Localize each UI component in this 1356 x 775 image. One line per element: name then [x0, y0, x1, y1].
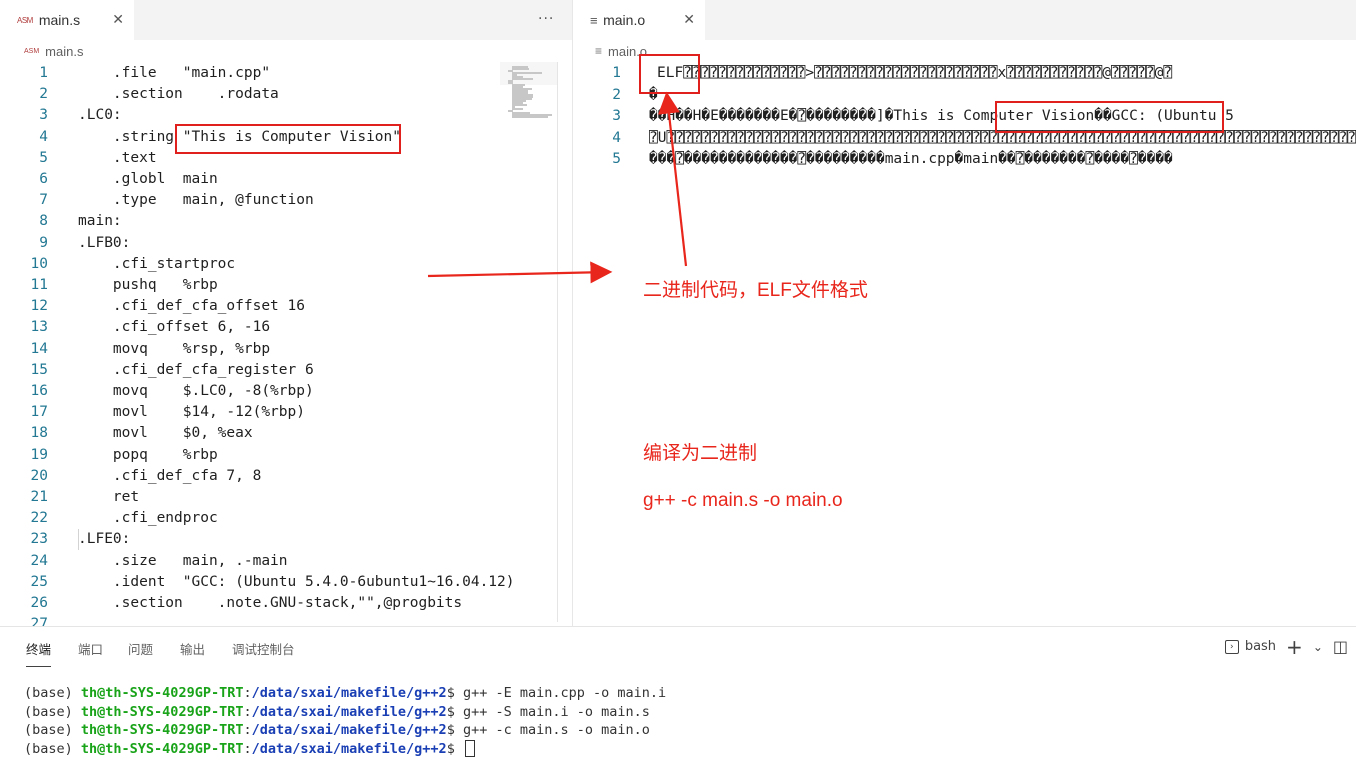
panel-actions: › bash + ⌄ ◫	[1224, 637, 1348, 657]
terminal-line: (base) th@th-SYS-4029GP-TRT:/data/sxai/m…	[24, 684, 666, 703]
separator: :	[243, 722, 252, 738]
terminal-line: (base) th@th-SYS-4029GP-TRT:/data/sxai/m…	[24, 703, 650, 722]
shell-label: bash	[1244, 639, 1277, 654]
working-directory: /data/sxai/makefile/g++2	[251, 722, 447, 738]
arrow-to-elf	[658, 91, 688, 267]
panel-tab[interactable]: 端口	[78, 639, 103, 658]
separator: :	[243, 740, 252, 757]
user-host: th@th-SYS-4029GP-TRT	[80, 722, 244, 738]
separator: :	[243, 685, 252, 701]
terminal-cursor	[464, 740, 475, 757]
user-host: th@th-SYS-4029GP-TRT	[80, 703, 244, 720]
terminal-line: (base) th@th-SYS-4029GP-TRT:/data/sxai/m…	[24, 740, 475, 759]
terminal-icon: ›	[1224, 639, 1239, 654]
panel-tab[interactable]: 调试控制台	[232, 639, 295, 658]
annotation-arrows	[427, 91, 688, 284]
user-host: th@th-SYS-4029GP-TRT	[80, 740, 244, 757]
arrow-to-binary	[427, 261, 613, 284]
prompt-symbol: $	[446, 703, 463, 720]
user-host: th@th-SYS-4029GP-TRT	[80, 685, 244, 701]
terminal-line: (base) th@th-SYS-4029GP-TRT:/data/sxai/m…	[24, 721, 650, 740]
env-label: (base)	[24, 740, 81, 757]
panel-tab[interactable]: 问题	[128, 639, 153, 658]
command-text: g++ -c main.s -o main.o	[462, 722, 650, 738]
working-directory: /data/sxai/makefile/g++2	[251, 740, 447, 757]
add-terminal-icon[interactable]: +	[1286, 637, 1303, 657]
prompt-symbol: $	[446, 685, 463, 701]
prompt-symbol: $	[446, 740, 463, 757]
panel-tab[interactable]: 输出	[180, 639, 205, 658]
working-directory: /data/sxai/makefile/g++2	[251, 703, 447, 720]
command-text: g++ -S main.i -o main.s	[462, 703, 650, 720]
prompt-symbol: $	[446, 722, 463, 738]
annotation-elf-label: 二进制代码，ELF文件格式	[643, 280, 868, 301]
env-label: (base)	[24, 722, 81, 738]
separator: :	[243, 703, 252, 720]
env-label: (base)	[24, 685, 81, 701]
panel-tab[interactable]: 终端	[26, 639, 52, 667]
chevron-down-icon[interactable]: ⌄	[1313, 640, 1323, 654]
command-text: g++ -E main.cpp -o main.i	[462, 685, 667, 701]
terminal-selector[interactable]: › bash	[1224, 639, 1277, 654]
env-label: (base)	[24, 703, 81, 720]
annotation-compile-label: 编译为二进制	[643, 443, 758, 464]
split-terminal-icon[interactable]: ◫	[1333, 637, 1348, 656]
annotation-command-label: g++ -c main.s -o main.o	[643, 490, 843, 511]
bottom-panel: 终端 端口 问题 输出 调试控制台 › bash + ⌄ ◫ (base) th@th-…	[0, 626, 1356, 775]
working-directory: /data/sxai/makefile/g++2	[251, 685, 447, 701]
